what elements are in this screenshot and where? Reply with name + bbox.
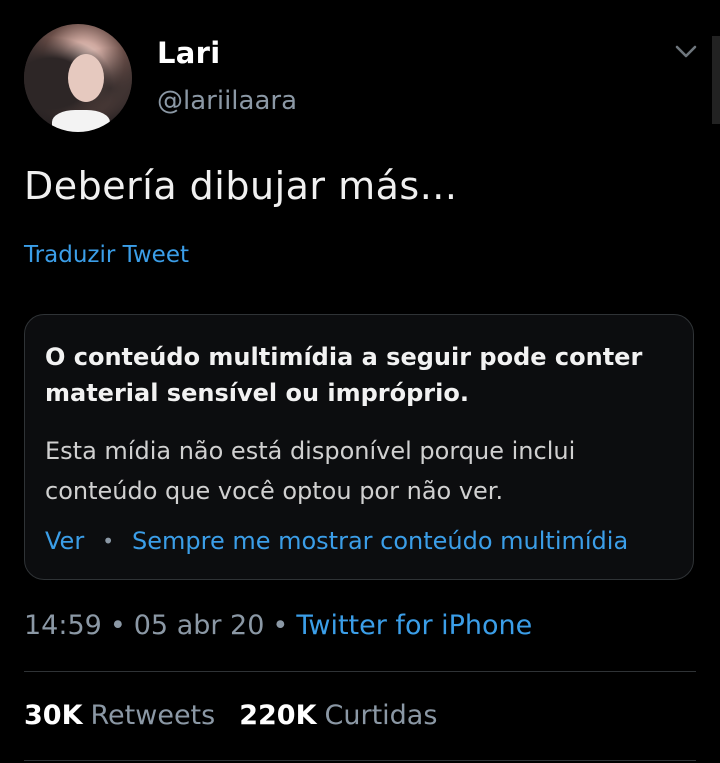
avatar-shirt: [52, 110, 110, 132]
view-media-button[interactable]: Ver: [45, 527, 84, 555]
translate-tweet-link[interactable]: Traduzir Tweet: [24, 242, 189, 268]
media-warning-actions: Ver • Sempre me mostrar conteúdo multimí…: [45, 527, 628, 555]
meta-dot: •: [272, 610, 289, 641]
retweets-stat[interactable]: 30K Retweets: [24, 700, 215, 731]
avatar[interactable]: [24, 24, 132, 132]
avatar-face: [68, 54, 104, 102]
scroll-indicator: [712, 36, 720, 124]
chevron-down-icon[interactable]: [672, 38, 700, 66]
display-name[interactable]: Lari: [157, 36, 221, 70]
sensitive-media-card: O conteúdo multimídia a seguir pode cont…: [24, 314, 694, 580]
separator-dot: •: [102, 529, 114, 553]
tweet-meta: 14:59 • 05 abr 20 • Twitter for iPhone: [24, 610, 532, 641]
likes-label: Curtidas: [324, 700, 438, 731]
tweet-stats: 30K Retweets 220K Curtidas: [24, 700, 461, 731]
tweet-date: 05 abr 20: [133, 610, 265, 641]
likes-stat[interactable]: 220K Curtidas: [239, 700, 437, 731]
tweet-text: Debería dibujar más...: [24, 164, 458, 208]
retweets-label: Retweets: [90, 700, 216, 731]
retweets-count: 30K: [24, 700, 83, 731]
user-handle[interactable]: @lariilaara: [157, 86, 297, 116]
tweet-time: 14:59: [24, 610, 102, 641]
media-warning-body: Esta mídia não está disponível porque in…: [45, 437, 576, 505]
divider: [24, 760, 696, 761]
always-show-media-button[interactable]: Sempre me mostrar conteúdo multimídia: [132, 527, 628, 555]
meta-dot: •: [109, 610, 126, 641]
media-warning-title: O conteúdo multimídia a seguir pode cont…: [45, 343, 643, 407]
tweet-source-link[interactable]: Twitter for iPhone: [296, 610, 532, 641]
divider: [24, 671, 696, 672]
likes-count: 220K: [239, 700, 317, 731]
